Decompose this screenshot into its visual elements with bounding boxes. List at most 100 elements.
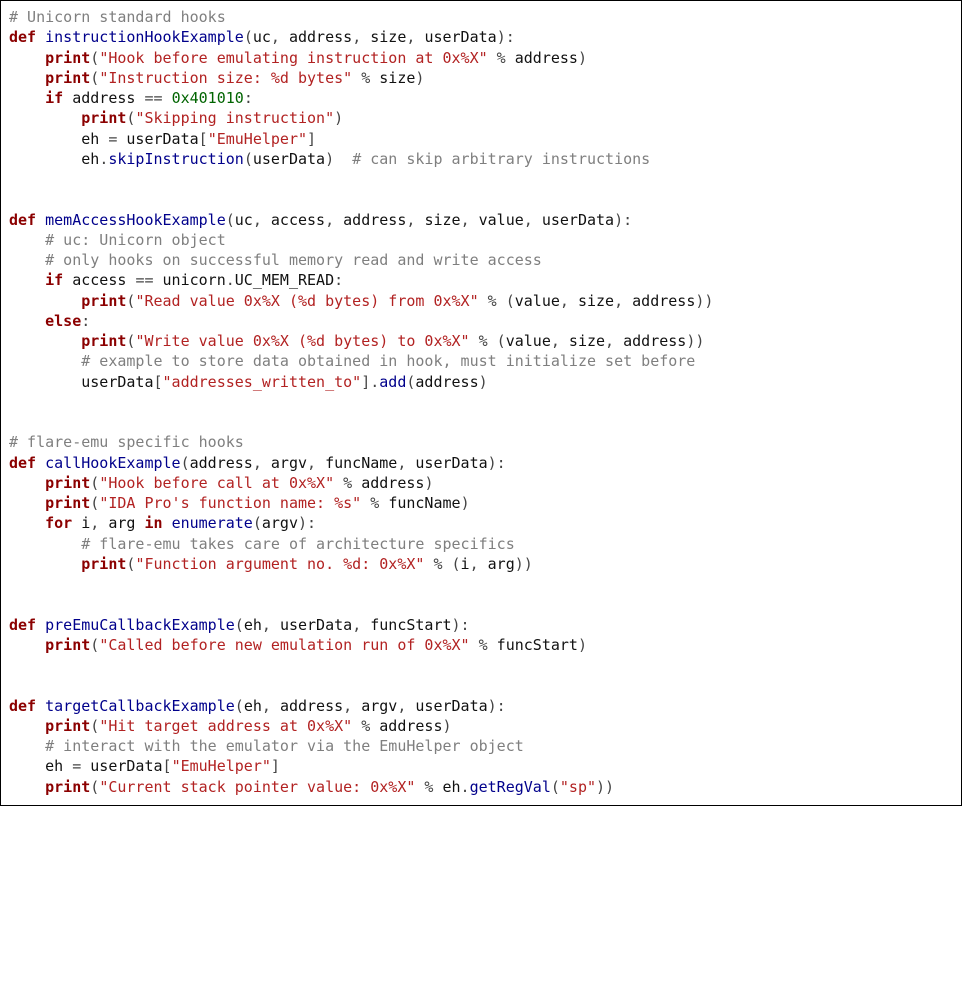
code-line: userData["addresses_written_to"].add(add… [9,372,953,392]
code-token: size [569,332,605,350]
code-line: # flare-emu takes care of architecture s… [9,534,953,554]
code-token: funcName [325,454,397,472]
code-token: , [406,28,424,46]
code-token: % [470,636,497,654]
code-token [9,271,45,289]
code-line: print("Hook before call at 0x%X" % addre… [9,473,953,493]
code-token: instructionHookExample [45,28,244,46]
code-token: ) [424,474,433,492]
code-token [9,292,81,310]
code-token: # example to store data obtained in hook… [81,352,695,370]
code-token: )) [596,778,614,796]
code-token: : [334,271,343,289]
code-token: access [63,271,135,289]
code-token: ( [235,616,244,634]
code-token: arg [488,555,515,573]
code-token: "Skipping instruction" [135,109,334,127]
code-token: , [470,555,488,573]
code-token: # uc: Unicorn object [45,231,226,249]
code-token: UC_MEM_READ [235,271,334,289]
code-token: , [307,454,325,472]
code-token: arg [108,514,144,532]
code-line: for i, arg in enumerate(argv): [9,513,953,533]
code-token: size [379,69,415,87]
code-token: print [45,717,90,735]
code-token: [ [199,130,208,148]
code-token: . [461,778,470,796]
code-token: for [45,514,72,532]
code-token: address [343,211,406,229]
code-token: [ [163,757,172,775]
code-token: "Hook before emulating instruction at 0x… [99,49,487,67]
code-token: # can skip arbitrary instructions [352,150,650,168]
code-token: userData [90,757,162,775]
code-token: "IDA Pro's function name: %s" [99,494,361,512]
code-line: print("Current stack pointer value: 0x%X… [9,777,953,797]
code-line: print("Called before new emulation run o… [9,635,953,655]
code-token: unicorn [163,271,226,289]
code-token: , [614,292,632,310]
code-token: eh [9,130,108,148]
code-token: eh [244,697,262,715]
code-token [9,535,81,553]
code-token: value [515,292,560,310]
code-token: def [9,616,36,634]
code-token: memAccessHookExample [45,211,226,229]
code-token: , [551,332,569,350]
code-token: enumerate [172,514,253,532]
code-token: = [108,130,126,148]
code-line: def memAccessHookExample(uc, access, add… [9,210,953,230]
code-line: eh = userData["EmuHelper"] [9,129,953,149]
code-token [9,474,45,492]
code-token: userData [280,616,352,634]
code-line: # Unicorn standard hooks [9,7,953,27]
code-token [9,69,45,87]
code-token: address [63,89,144,107]
code-token: [ [154,373,163,391]
code-token: address [361,474,424,492]
code-token [9,737,45,755]
code-token: argv [271,454,307,472]
code-token: , [605,332,623,350]
code-token: address [280,697,343,715]
code-token: # interact with the emulator via the Emu… [45,737,524,755]
code-token: eh [442,778,460,796]
code-token: ): [488,697,506,715]
code-token: = [72,757,90,775]
code-line: eh = userData["EmuHelper"] [9,756,953,776]
code-token [9,717,45,735]
code-token: print [81,109,126,127]
code-token: "addresses_written_to" [163,373,362,391]
code-token: , [461,211,479,229]
code-token: % [352,717,379,735]
code-token [9,494,45,512]
code-token: "Hook before call at 0x%X" [99,474,334,492]
code-token: # only hooks on successful memory read a… [45,251,542,269]
code-token: ( [235,697,244,715]
code-token: eh [9,757,72,775]
code-token: "Read value 0x%X (%d bytes) from 0x%X" [135,292,478,310]
code-token: ) [443,717,452,735]
code-token: userData [424,28,496,46]
code-token [9,555,81,573]
code-token: ( [90,778,99,796]
code-token: "Instruction size: %d bytes" [99,69,352,87]
code-token: funcName [388,494,460,512]
code-token: print [81,332,126,350]
code-token: "Called before new emulation run of 0x%X… [99,636,469,654]
code-token: eh [244,616,262,634]
code-token: def [9,28,36,46]
code-token [9,231,45,249]
code-token: : [244,89,253,107]
code-token: ( [226,211,235,229]
code-token: i [72,514,90,532]
code-line [9,392,953,412]
code-token: % ( [470,332,506,350]
code-token: , [253,211,271,229]
code-token: ): [298,514,316,532]
code-token: "Current stack pointer value: 0x%X" [99,778,415,796]
code-token: ]. [361,373,379,391]
code-token: address [379,717,442,735]
code-token: == [135,271,162,289]
code-token: print [45,49,90,67]
